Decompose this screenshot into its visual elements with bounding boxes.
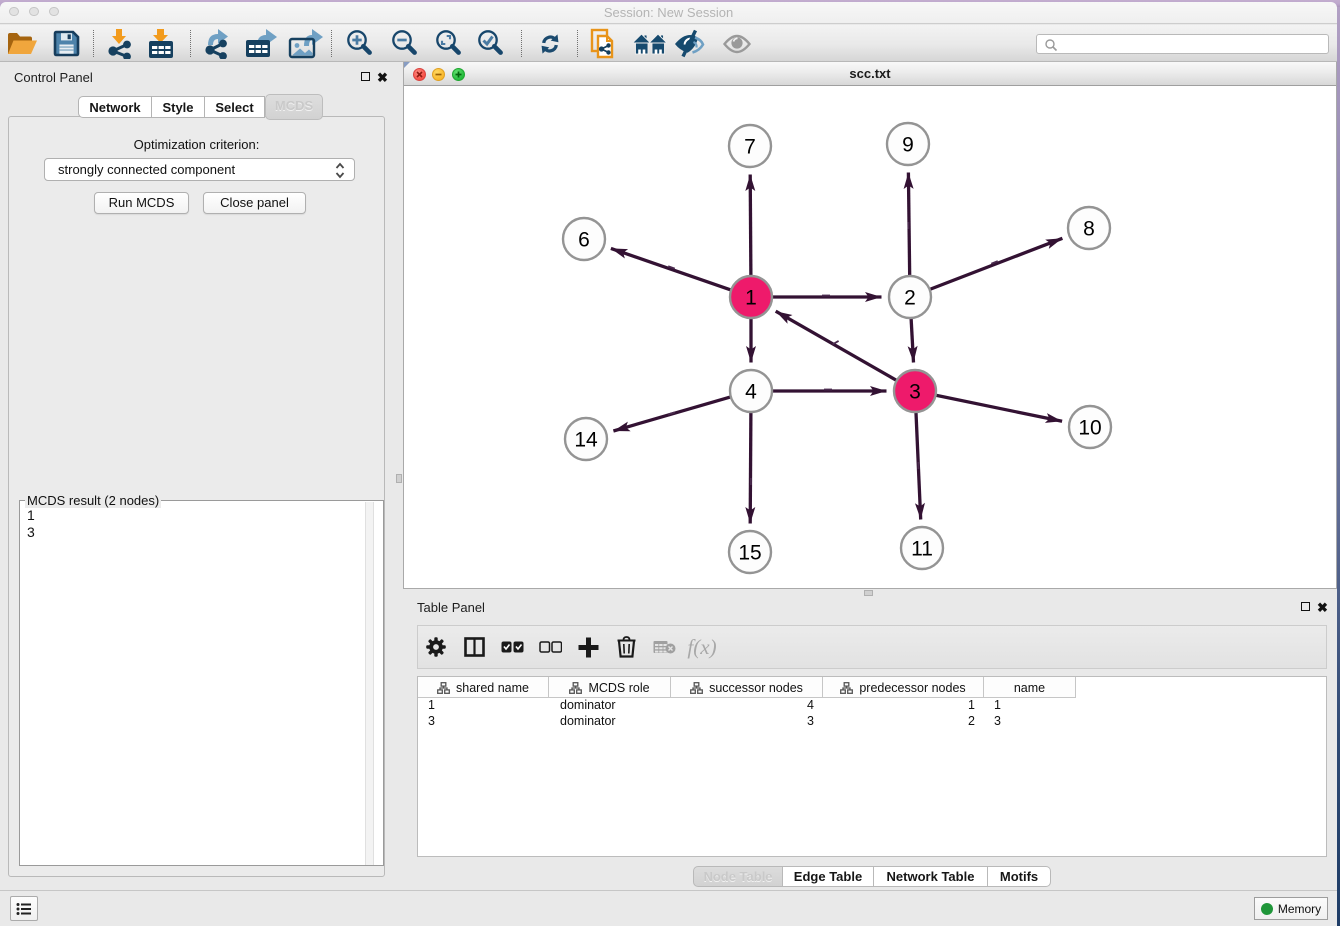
- svg-text:9: 9: [902, 134, 914, 157]
- svg-text:15: 15: [738, 542, 761, 565]
- svg-text:14: 14: [574, 429, 598, 452]
- svg-text:1: 1: [745, 287, 757, 310]
- svg-text:2: 2: [904, 287, 916, 310]
- svg-text:8: 8: [1083, 218, 1095, 241]
- svg-text:10: 10: [1078, 417, 1101, 440]
- svg-text:6: 6: [578, 229, 590, 252]
- svg-text:7: 7: [744, 136, 756, 159]
- svg-text:4: 4: [745, 381, 757, 404]
- svg-text:3: 3: [909, 381, 921, 404]
- svg-text:11: 11: [911, 538, 933, 561]
